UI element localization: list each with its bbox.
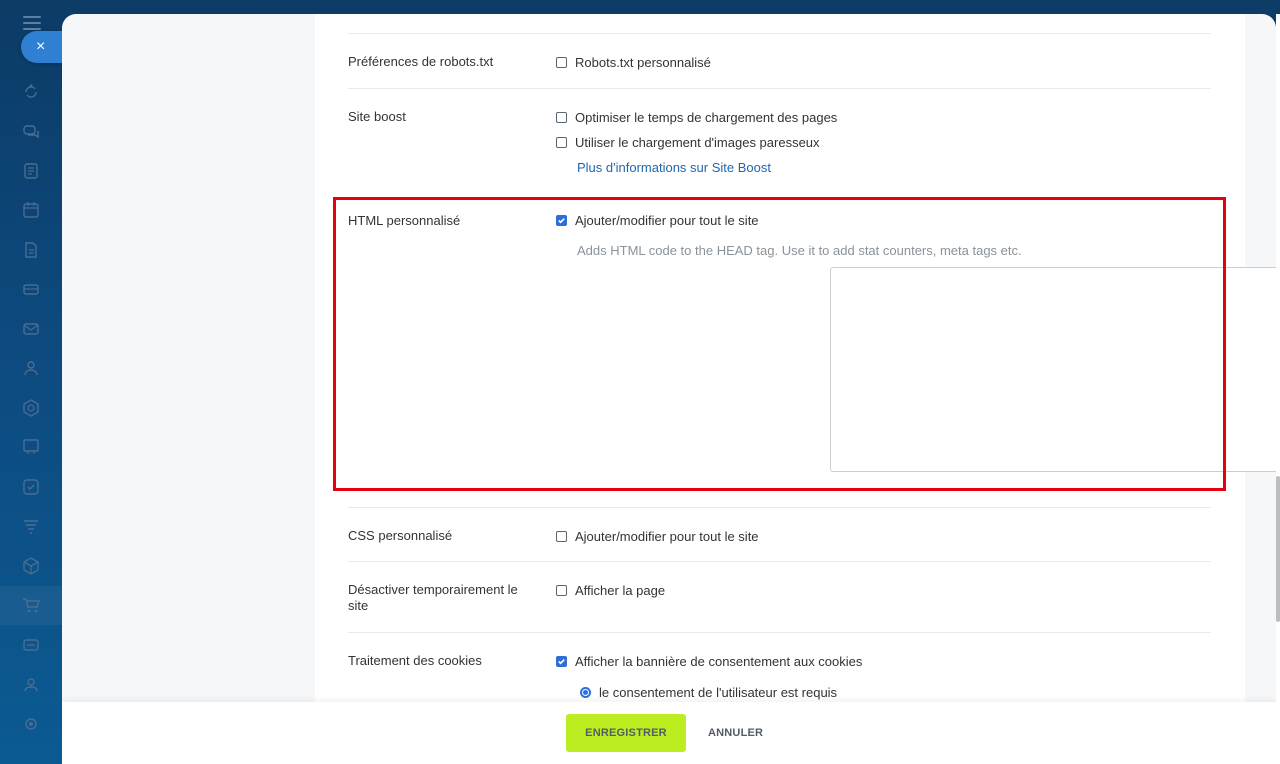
custom-css-row: CSS personnalisé Ajouter/modifier pour t… bbox=[348, 507, 1211, 562]
robots-option[interactable]: Robots.txt personnalisé bbox=[556, 53, 711, 71]
cookie-banner-checkbox[interactable] bbox=[556, 655, 567, 667]
show-page-checkbox[interactable] bbox=[556, 584, 567, 596]
site-boost-row: Site boost Optimiser le temps de chargem… bbox=[348, 88, 1211, 199]
contacts-icon[interactable] bbox=[0, 349, 62, 389]
sync-icon[interactable] bbox=[0, 72, 62, 112]
site-boost-info-link[interactable]: Plus d'informations sur Site Boost bbox=[577, 160, 771, 175]
hamburger-menu-icon[interactable] bbox=[23, 16, 41, 30]
hexagon-icon[interactable] bbox=[0, 388, 62, 428]
calendar-icon[interactable] bbox=[0, 191, 62, 231]
robots-label: Préférences de robots.txt bbox=[348, 54, 494, 69]
highlight-frame bbox=[333, 197, 1226, 491]
custom-css-label: CSS personnalisé bbox=[348, 528, 453, 543]
settings-icon[interactable] bbox=[0, 704, 62, 744]
card-icon[interactable] bbox=[0, 625, 62, 665]
storage-icon[interactable] bbox=[0, 270, 62, 310]
robots-row: Préférences de robots.txt Robots.txt per… bbox=[348, 33, 1211, 88]
footer-bar: ENREGISTRER ANNULER bbox=[62, 702, 1276, 764]
custom-css-option[interactable]: Ajouter/modifier pour tout le site bbox=[556, 527, 759, 545]
left-sidebar: × bbox=[0, 0, 73, 764]
cookie-banner-option[interactable]: Afficher la bannière de consentement aux… bbox=[556, 652, 862, 670]
group-icon[interactable] bbox=[0, 665, 62, 705]
boost-option-lazy-images[interactable]: Utiliser le chargement d'images paresseu… bbox=[556, 133, 820, 151]
sidebar-icon-list bbox=[0, 72, 62, 744]
board-icon[interactable] bbox=[0, 428, 62, 468]
show-page-option[interactable]: Afficher la page bbox=[556, 581, 665, 599]
document-icon[interactable] bbox=[0, 230, 62, 270]
lazy-images-checkbox[interactable] bbox=[556, 136, 567, 148]
cookies-row: Traitement des cookies Afficher la banni… bbox=[348, 632, 1211, 705]
cancel-button[interactable]: ANNULER bbox=[702, 714, 763, 752]
cart-icon[interactable] bbox=[0, 585, 62, 625]
boost-option-load-time[interactable]: Optimiser le temps de chargement des pag… bbox=[556, 108, 837, 126]
disable-site-label: Désactiver temporairement le site bbox=[348, 582, 518, 613]
check-icon[interactable] bbox=[0, 467, 62, 507]
feed-icon[interactable] bbox=[0, 151, 62, 191]
cube-icon[interactable] bbox=[0, 546, 62, 586]
site-boost-label: Site boost bbox=[348, 109, 406, 124]
save-button[interactable]: ENREGISTRER bbox=[566, 714, 686, 752]
load-time-checkbox[interactable] bbox=[556, 111, 567, 123]
disable-site-row: Désactiver temporairement le site Affich… bbox=[348, 561, 1211, 632]
custom-css-checkbox[interactable] bbox=[556, 530, 567, 542]
chat-icon[interactable] bbox=[0, 112, 62, 152]
cookies-label: Traitement des cookies bbox=[348, 653, 482, 668]
mail-icon[interactable] bbox=[0, 309, 62, 349]
filter-icon[interactable] bbox=[0, 507, 62, 547]
scrollbar-thumb[interactable] bbox=[1276, 476, 1280, 622]
checkmark-icon bbox=[558, 658, 565, 664]
consent-required-option[interactable]: le consentement de l'utilisateur est req… bbox=[580, 683, 837, 701]
consent-required-radio[interactable] bbox=[580, 686, 591, 698]
robots-checkbox[interactable] bbox=[556, 56, 567, 68]
scrollbar[interactable] bbox=[1276, 14, 1280, 764]
settings-slider-panel: Préférences de robots.txt Robots.txt per… bbox=[62, 14, 1276, 764]
